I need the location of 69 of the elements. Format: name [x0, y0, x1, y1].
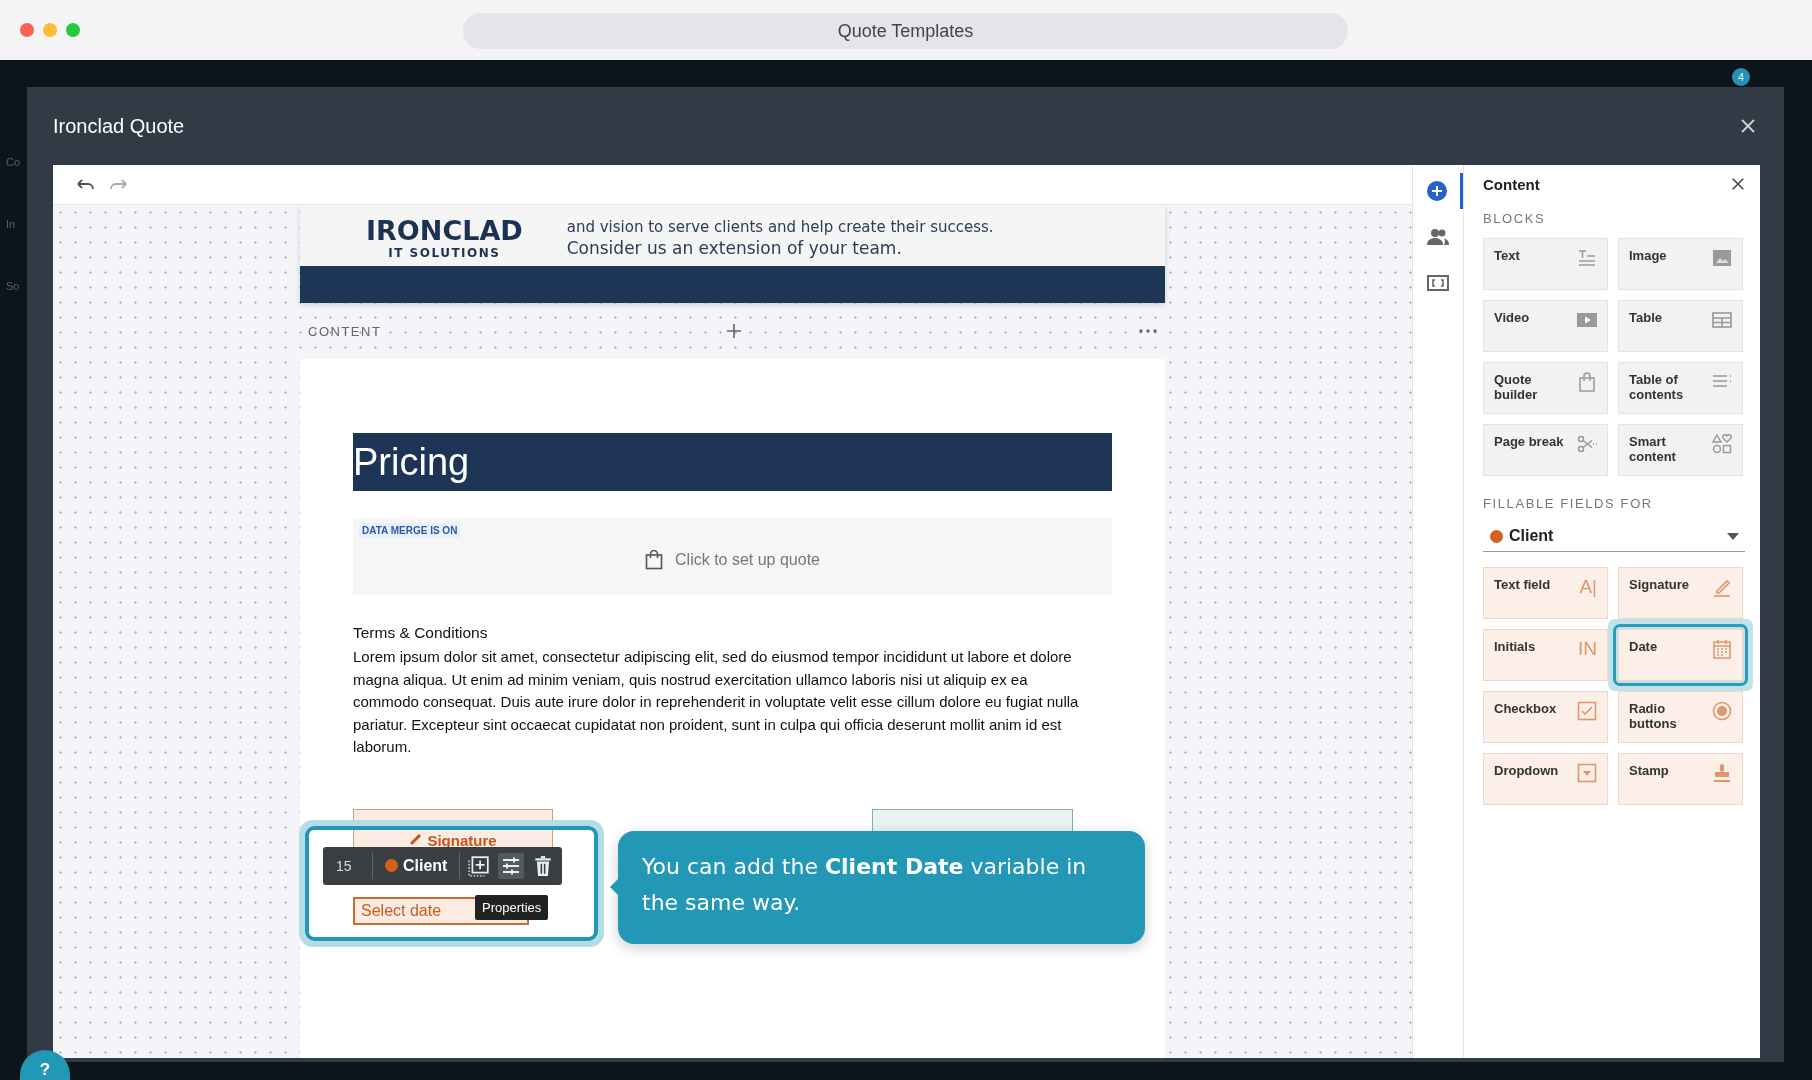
- block-icon: [1712, 434, 1732, 454]
- block-card[interactable]: Table of contents: [1618, 362, 1743, 414]
- sidebar-label: Co: [6, 156, 21, 170]
- field-card[interactable]: Text field A|: [1483, 567, 1608, 619]
- block-card[interactable]: Smart content: [1618, 424, 1743, 476]
- people-icon: [1427, 227, 1449, 247]
- block-card[interactable]: Page break: [1483, 424, 1608, 476]
- block-card[interactable]: Text: [1483, 238, 1608, 290]
- field-card[interactable]: Dropdown: [1483, 753, 1608, 805]
- field-icon: [1577, 701, 1597, 721]
- add-icon[interactable]: [725, 323, 742, 339]
- page-number: 15: [336, 857, 353, 874]
- tooltip: Properties: [475, 894, 549, 920]
- field-icon: [1712, 763, 1732, 783]
- sidebar-label: So: [6, 280, 21, 294]
- terms-paragraph: Lorem ipsum dolor sit amet, consectetur adipiscing elit, sed do eiusmod tempor incididunt ut labore et dolore magna aliqua. Ut enim ad minim veniam, quis nostrud exercitation ullamco laboris nisi ut aliquip ex ea commodo consequat. Duis aute irure dolor in reprehenderit in voluptate velit esse cillum dolore eu fugiat nulla pariatur. Excepteur sint occaecat cupidatat non proident, sunt in culpa qui officia deserunt mollit anim id est laborum.: [353, 647, 1080, 757]
- field-icon: IN: [1578, 639, 1597, 659]
- panel-title: Content: [1483, 175, 1540, 193]
- recipient-dropdown[interactable]: Client: [1483, 521, 1745, 552]
- blocks-heading: BLOCKS: [1483, 211, 1547, 226]
- pen-icon: [409, 831, 424, 846]
- frame-icon: [1427, 273, 1449, 293]
- intro-text: and vision to serve clients and help create their success.: [566, 218, 994, 236]
- add-icon: [1425, 181, 1448, 201]
- logo-tagline: IT SOLUTIONS: [388, 246, 501, 260]
- pricing-title: Pricing: [353, 440, 470, 484]
- field-icon: [1712, 577, 1732, 597]
- more-icon[interactable]: [1139, 329, 1157, 333]
- sidebar-label: In: [6, 218, 17, 232]
- modal-title: Ironclad Quote: [53, 114, 185, 138]
- block-icon: [1577, 248, 1597, 268]
- shopping-bag-icon: [645, 549, 663, 570]
- field-card[interactable]: Stamp: [1618, 753, 1743, 805]
- setup-quote-link[interactable]: Click to set up quote: [675, 550, 820, 569]
- notification-badge: 4: [1732, 68, 1750, 86]
- block-card[interactable]: Video: [1483, 300, 1608, 352]
- data-merge-badge: DATA MERGE IS ON: [359, 523, 461, 538]
- block-icon: [1712, 248, 1732, 268]
- properties-button[interactable]: [498, 852, 525, 879]
- terms-heading: Terms & Conditions: [353, 624, 489, 642]
- fillable-fields-heading: FILLABLE FIELDS FOR: [1483, 496, 1654, 511]
- block-icon: [1577, 310, 1597, 330]
- field-card[interactable]: Radio buttons: [1618, 691, 1743, 743]
- field-card[interactable]: Signature: [1618, 567, 1743, 619]
- quote-block[interactable]: DATA MERGE IS ON Click to set up quote: [353, 518, 1112, 595]
- logo-text: IRONCLAD: [366, 216, 523, 246]
- block-icon: [1577, 434, 1597, 454]
- address-bar[interactable]: Quote Templates: [463, 13, 1348, 49]
- callout-text: You can add the Client Date variable in the same way.: [642, 852, 1088, 917]
- undo-icon[interactable]: [75, 177, 95, 192]
- block-card[interactable]: Quote builder: [1483, 362, 1608, 414]
- field-placeholder[interactable]: [872, 808, 1073, 831]
- close-icon[interactable]: [1731, 177, 1745, 191]
- block-card[interactable]: Image: [1618, 238, 1743, 290]
- close-window-control[interactable]: [20, 23, 34, 37]
- block-icon: [1577, 372, 1597, 392]
- intro-text: Consider us an extension of your team.: [566, 237, 903, 260]
- field-card[interactable]: Initials IN: [1483, 629, 1608, 681]
- section-label: CONTENT: [308, 323, 383, 339]
- field-card[interactable]: Checkbox: [1483, 691, 1608, 743]
- field-icon: [1712, 701, 1732, 721]
- field-icon: [1712, 639, 1732, 659]
- add-field-icon[interactable]: [468, 854, 491, 877]
- field-icon: A|: [1579, 577, 1597, 597]
- block-card[interactable]: Table: [1618, 300, 1743, 352]
- field-icon: [1577, 763, 1597, 783]
- caret-icon: [1727, 532, 1739, 540]
- block-icon: [1712, 310, 1732, 330]
- recipient-selector[interactable]: Client: [381, 856, 452, 875]
